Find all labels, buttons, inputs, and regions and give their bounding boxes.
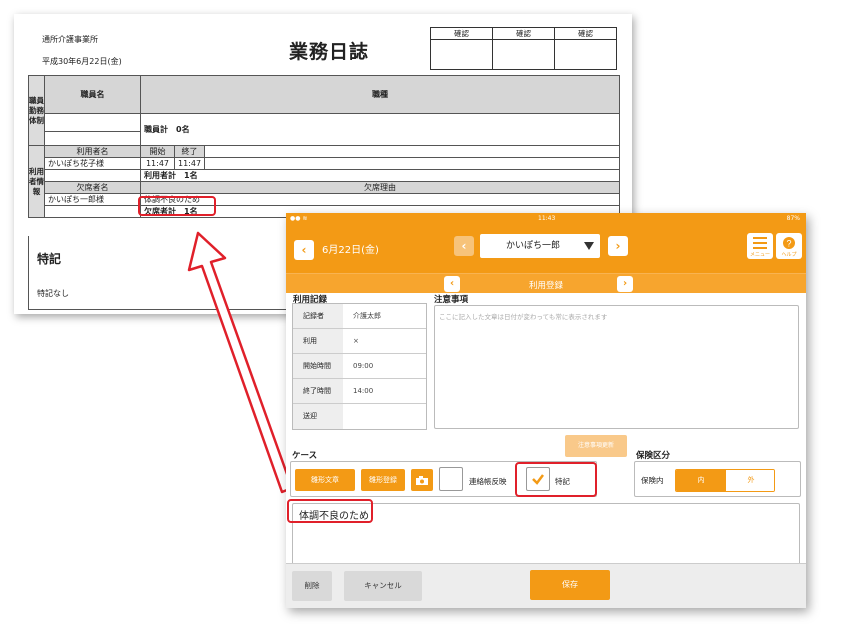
user-name-header: 利用者名 [44, 145, 141, 158]
record-row-usage[interactable]: 利用 × [293, 329, 426, 354]
insurance-box: 保険内 内 外 [634, 461, 801, 497]
prev-date-button[interactable]: ‹ [294, 240, 314, 260]
staff-empty [44, 113, 141, 132]
tokki-highlight-box [515, 462, 597, 497]
record-row-transport[interactable]: 送迎 [293, 404, 426, 429]
save-button[interactable]: 保存 [530, 570, 610, 600]
camera-icon [416, 476, 428, 485]
user-select[interactable]: かいぽち一郎 [480, 234, 600, 258]
staff-name-header: 職員名 [44, 75, 141, 114]
confirm-header: 確認 [430, 27, 493, 40]
svg-text:?: ? [786, 239, 791, 249]
renraku-label: 連絡帳反映 [469, 477, 507, 486]
empty-cell [44, 205, 141, 218]
confirm-header: 確認 [554, 27, 617, 40]
status-time: 11:43 [538, 215, 556, 222]
record-value: 09:00 [353, 362, 374, 370]
menu-button[interactable]: メニュー [747, 233, 773, 259]
top-bar: ‹ 6月22日(金) ‹ かいぽち一郎 › メニュー ? ヘルプ [286, 225, 806, 273]
record-value: 14:00 [353, 387, 374, 395]
absent-row-name: かいぽち一郎様 [44, 193, 141, 206]
wifi-icon: ●● ≋ [290, 215, 308, 222]
confirm-cell [554, 39, 617, 70]
document-date: 平成30年6月22日(金) [42, 57, 122, 66]
help-button[interactable]: ? ヘルプ [776, 233, 802, 259]
confirm-cell [430, 39, 493, 70]
confirm-stamp-table: 確認 確認 確認 [430, 27, 617, 70]
tablet-app: ●● ≋ 11:43 87% ‹ 6月22日(金) ‹ かいぽち一郎 › メニュ… [286, 213, 806, 608]
empty-cell [204, 145, 620, 158]
memo-highlight-box [287, 499, 373, 523]
insurance-toggle: 内 外 [675, 469, 775, 492]
menu-icon [753, 237, 767, 249]
user-row-start: 11:47 [140, 157, 175, 170]
sub-title: 利用登録 [528, 281, 563, 291]
caret-down-icon [584, 242, 594, 250]
notes-label: 注意事項 [434, 295, 469, 305]
current-date: 6月22日(金) [322, 245, 379, 256]
next-page-button[interactable]: › [617, 276, 633, 292]
staff-empty [44, 131, 141, 146]
usage-record-table: 記録者 介護太郎 利用 × 開始時間 09:00 終了時間 14:00 送迎 [292, 303, 427, 430]
record-value: × [353, 337, 359, 345]
document-title: 業務日誌 [289, 41, 370, 63]
end-header: 終了 [173, 145, 206, 158]
document-highlight-box [138, 196, 216, 216]
insurance-label: 保険区分 [636, 451, 671, 461]
template-register-button[interactable]: 雛形登録 [361, 469, 405, 491]
case-label: ケース [292, 451, 318, 461]
tokki-title: 特記 [37, 252, 62, 266]
absent-reason-header: 欠席理由 [140, 181, 620, 194]
help-icon: ? [783, 237, 795, 249]
sub-bar: ‹ 利用登録 › [286, 273, 806, 293]
footer-bar: 削除 キャンセル 保存 [286, 563, 806, 608]
prev-user-button[interactable]: ‹ [454, 236, 474, 256]
staff-total: 職員計 0名 [140, 113, 620, 146]
record-row-start-time[interactable]: 開始時間 09:00 [293, 354, 426, 379]
help-label: ヘルプ [781, 252, 797, 258]
notes-textarea[interactable]: ここに記入した文章は日付が変わっても常に表示されます [434, 305, 799, 429]
record-row-end-time[interactable]: 終了時間 14:00 [293, 379, 426, 404]
record-key: 送迎 [293, 404, 343, 429]
insurance-in-option[interactable]: 内 [676, 470, 726, 491]
record-key: 記録者 [293, 304, 343, 328]
user-select-value: かいぽち一郎 [506, 241, 561, 251]
start-header: 開始 [140, 145, 175, 158]
user-row-name: かいぽち花子様 [44, 157, 141, 170]
record-key: 利用 [293, 329, 343, 353]
journal-sheet: 職員勤務体制 職員名 職種 職員計 0名 利用者情報 利用者名 開始 終了 かい… [28, 75, 620, 218]
absent-name-header: 欠席者名 [44, 181, 141, 194]
insurance-in-label: 保険内 [641, 476, 664, 485]
empty-cell [44, 169, 141, 182]
record-key: 終了時間 [293, 379, 343, 403]
notes-update-button[interactable]: 注意事項更新 [565, 435, 627, 457]
battery-status: 87% [786, 215, 800, 222]
cancel-button[interactable]: キャンセル [344, 571, 422, 601]
menu-label: メニュー [749, 252, 770, 258]
status-bar: ●● ≋ 11:43 87% [286, 213, 806, 225]
tokki-text: 特記なし [37, 289, 69, 298]
record-row-recorder[interactable]: 記録者 介護太郎 [293, 304, 426, 329]
job-type-header: 職種 [140, 75, 620, 114]
template-text-button[interactable]: 雛形文章 [295, 469, 355, 491]
user-section-label: 利用者情報 [28, 145, 45, 218]
user-total: 利用者計 1名 [140, 169, 620, 182]
record-key: 開始時間 [293, 354, 343, 378]
confirm-header: 確認 [492, 27, 555, 40]
camera-button[interactable] [411, 469, 433, 491]
delete-button[interactable]: 削除 [292, 571, 332, 601]
confirm-cell [492, 39, 555, 70]
insurance-out-option[interactable]: 外 [726, 470, 774, 491]
next-user-button[interactable]: › [608, 236, 628, 256]
staff-section-label: 職員勤務体制 [28, 75, 45, 146]
renraku-checkbox[interactable] [439, 467, 463, 491]
record-value: 介護太郎 [353, 312, 381, 320]
office-name: 通所介護事業所 [42, 35, 98, 44]
user-row-end: 11:47 [173, 157, 206, 170]
empty-cell [204, 157, 620, 170]
